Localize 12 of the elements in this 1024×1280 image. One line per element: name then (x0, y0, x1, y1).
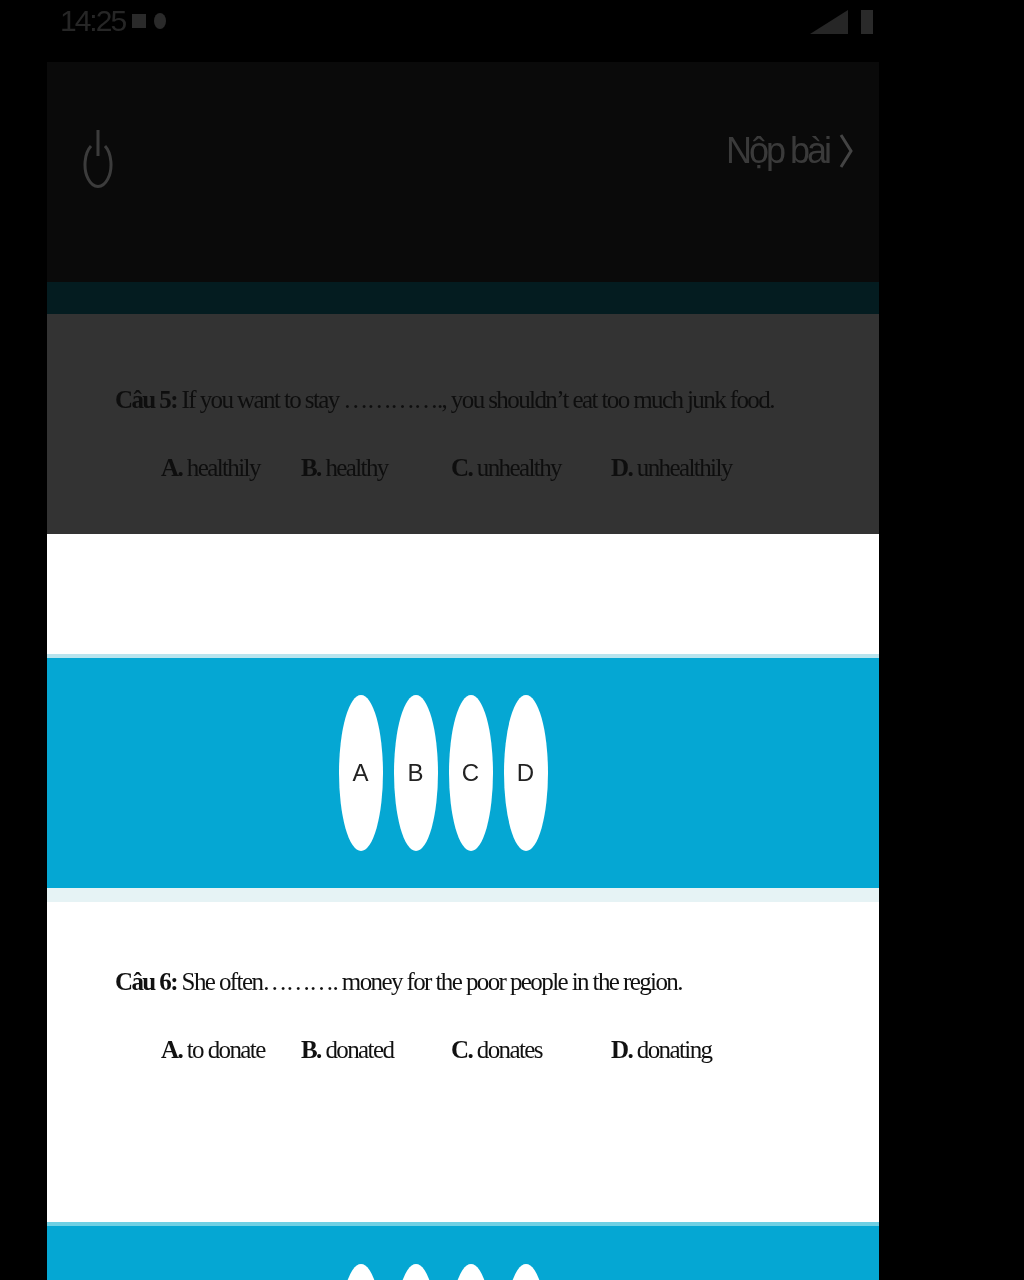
answer-option: C. donates (451, 1036, 611, 1064)
answer-bubble[interactable]: C (448, 695, 493, 851)
image-icon (131, 11, 148, 31)
notification-icon (153, 11, 168, 31)
answer-bubble[interactable]: A (338, 695, 383, 851)
chevron-right-icon (839, 133, 853, 169)
answer-bubble[interactable]: D (503, 695, 548, 851)
answer-option: D. donating (611, 1036, 859, 1064)
question-text: Câu 6: She often………. money for the poor people in the region. (115, 968, 683, 996)
answer-bubble[interactable]: B (393, 695, 438, 851)
answer-option: A. to donate (161, 1036, 301, 1064)
answer-option: B. donated (301, 1036, 451, 1064)
